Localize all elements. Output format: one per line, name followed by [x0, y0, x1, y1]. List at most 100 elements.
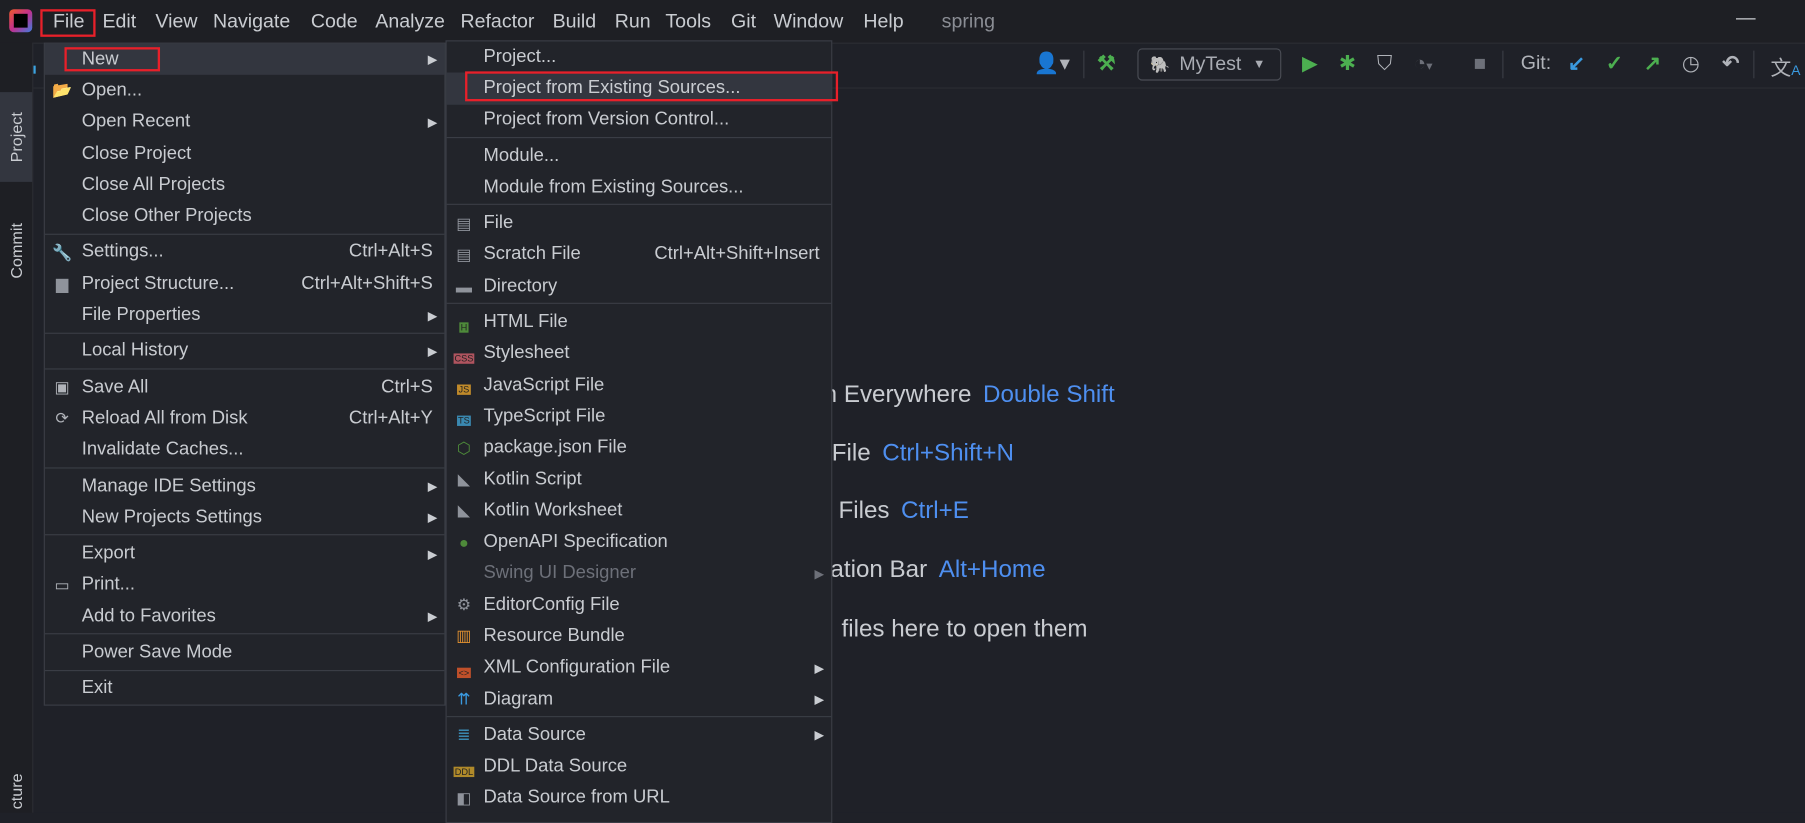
menu-item-open[interactable]: 📂 Open... — [45, 75, 444, 106]
menu-item-module-from-existing-sources[interactable]: Module from Existing Sources... — [447, 172, 832, 203]
menu-item-typescript-file[interactable]: TS TypeScript File — [447, 401, 832, 432]
menu-item-project-structure[interactable]: ▆ Project Structure... Ctrl+Alt+Shift+S — [45, 268, 444, 299]
menu-analyze[interactable]: Analyze — [375, 10, 445, 33]
menu-item-file[interactable]: ▤ File — [447, 208, 832, 239]
menu-item-label: Exit — [81, 678, 113, 698]
minimize-button[interactable]: — — [1736, 7, 1756, 30]
history-clock-icon[interactable]: ◷ — [1682, 52, 1700, 76]
menu-window[interactable]: Window — [774, 10, 844, 33]
menu-item-project-from-version-control[interactable]: Project from Version Control... — [447, 104, 832, 135]
menu-refactor[interactable]: Refactor — [460, 10, 534, 33]
menu-edit[interactable]: Edit — [102, 10, 136, 33]
hint-recent-files: nt Files Ctrl+E — [811, 497, 969, 524]
menu-item-xml-configuration-file[interactable]: <> XML Configuration File ▶ — [447, 652, 832, 683]
menu-item-kotlin-script[interactable]: ◣ Kotlin Script — [447, 464, 832, 495]
menu-item-open-recent[interactable]: Open Recent ▶ — [45, 107, 444, 138]
run-config-name: MyTest — [1179, 52, 1242, 75]
menu-navigate[interactable]: Navigate — [213, 10, 290, 33]
menu-item-label: Resource Bundle — [483, 626, 625, 646]
submenu-arrow-icon: ▶ — [427, 511, 438, 526]
debug-bug-icon[interactable]: ✱ — [1339, 52, 1356, 76]
hint-drop-files: files here to open them — [841, 615, 1088, 643]
xml-file-icon: <> — [457, 667, 471, 678]
menu-item-export[interactable]: Export ▶ — [45, 538, 444, 569]
kotlin-worksheet-icon: ◣ — [457, 501, 471, 520]
git-label: Git: — [1520, 51, 1552, 74]
menu-item-file-properties[interactable]: File Properties ▶ — [45, 300, 444, 331]
git-update-arrow-icon[interactable]: ↙ — [1568, 52, 1585, 76]
run-config-dropdown[interactable]: 🐘 MyTest ▼ — [1137, 48, 1282, 81]
structure-tool-tab[interactable]: cture — [0, 769, 32, 813]
file-menu-highlight — [40, 9, 96, 37]
profiler-icon[interactable]: ◔▾ — [1414, 52, 1433, 76]
menu-item-data-source[interactable]: ≣ Data Source ▶ — [447, 720, 832, 751]
menu-item-package-json-file[interactable]: ⬡ package.json File — [447, 432, 832, 463]
rollback-undo-icon[interactable]: ↶ — [1722, 52, 1739, 76]
menu-item-project[interactable]: Project... — [447, 41, 832, 72]
submenu-arrow-icon: ▶ — [427, 610, 438, 625]
menu-git[interactable]: Git — [731, 10, 756, 33]
menu-item-exit[interactable]: Exit — [45, 673, 444, 704]
kotlin-script-icon: ◣ — [457, 469, 471, 489]
project-tool-tab[interactable]: Project — [0, 92, 33, 182]
menu-item-label: File — [483, 213, 514, 233]
menu-item-manage-ide-settings[interactable]: Manage IDE Settings ▶ — [45, 471, 444, 502]
menu-item-html-file[interactable]: H HTML File — [447, 307, 832, 338]
menu-tools[interactable]: Tools — [665, 10, 711, 33]
shortcut-label: Ctrl+Alt+Shift+Insert — [654, 244, 820, 265]
menu-run[interactable]: Run — [615, 10, 651, 33]
menu-item-power-save-mode[interactable]: Power Save Mode — [45, 637, 444, 668]
submenu-arrow-icon: ▶ — [427, 115, 438, 130]
menu-item-data-source-from-url[interactable]: ◧ Data Source from URL — [447, 783, 832, 814]
submenu-arrow-icon: ▶ — [814, 729, 825, 743]
shortcut-label: Ctrl+Alt+Shift+S — [301, 273, 433, 294]
menu-item-editorconfig-file[interactable]: ⚙ EditorConfig File — [447, 589, 832, 620]
menu-item-directory[interactable]: ▬ Directory — [447, 271, 832, 302]
menu-item-add-to-favorites[interactable]: Add to Favorites ▶ — [45, 601, 444, 632]
menu-item-settings[interactable]: 🔧 Settings... Ctrl+Alt+S — [45, 237, 444, 268]
run-icon[interactable]: ▶ — [1302, 52, 1318, 76]
commit-tool-tab[interactable]: Commit — [0, 205, 32, 297]
user-icon[interactable]: 👤▾ — [1034, 52, 1070, 76]
menu-build[interactable]: Build — [553, 10, 597, 33]
menu-item-stylesheet[interactable]: CSS Stylesheet — [447, 338, 832, 369]
stop-icon[interactable]: ■ — [1474, 52, 1487, 76]
menu-item-scratch-file[interactable]: ▤ Scratch File Ctrl+Alt+Shift+Insert — [447, 239, 832, 270]
menu-help[interactable]: Help — [863, 10, 903, 33]
translate-icon[interactable]: 文A — [1771, 52, 1801, 82]
git-push-arrow-icon[interactable]: ↗ — [1644, 52, 1661, 76]
menu-item-save-all[interactable]: ▣ Save All Ctrl+S — [45, 372, 444, 403]
menu-view[interactable]: View — [155, 10, 197, 33]
build-hammer-icon[interactable]: ⚒ — [1097, 52, 1116, 76]
coverage-icon[interactable]: ⛉ — [1377, 52, 1393, 76]
menu-item-label: Data Source from URL — [483, 787, 670, 808]
menu-item-print[interactable]: ▭ Print... — [45, 570, 444, 601]
menu-item-close-all-projects[interactable]: Close All Projects — [45, 169, 444, 200]
menu-item-local-history[interactable]: Local History ▶ — [45, 336, 444, 367]
git-commit-check-icon[interactable]: ✓ — [1606, 52, 1623, 76]
menu-item-openapi-specification[interactable]: ● OpenAPI Specification — [447, 527, 832, 558]
menu-item-diagram[interactable]: ⇈ Diagram ▶ — [447, 684, 832, 715]
menu-item-reload-all-from-disk[interactable]: ⟳ Reload All from Disk Ctrl+Alt+Y — [45, 403, 444, 434]
menu-item-resource-bundle[interactable]: ▥ Resource Bundle — [447, 621, 832, 652]
menu-item-label: Reload All from Disk — [81, 408, 248, 429]
menu-code[interactable]: Code — [311, 10, 358, 33]
menu-item-invalidate-caches[interactable]: Invalidate Caches... — [45, 435, 444, 466]
menu-item-swing-ui-designer: Swing UI Designer ▶ — [447, 558, 832, 589]
menu-item-close-other-projects[interactable]: Close Other Projects — [45, 201, 444, 232]
menu-item-ddl-data-source[interactable]: DDL DDL Data Source — [447, 751, 832, 782]
menu-item-label: Settings... — [81, 242, 164, 262]
menu-item-module[interactable]: Module... — [447, 140, 832, 171]
menu-item-close-project[interactable]: Close Project — [45, 138, 444, 169]
menu-item-kotlin-worksheet[interactable]: ◣ Kotlin Worksheet — [447, 495, 832, 526]
gear-icon: ⚙ — [456, 595, 472, 614]
directory-icon: ▬ — [455, 277, 472, 296]
menu-item-javascript-file[interactable]: JS JavaScript File — [447, 369, 832, 400]
menu-item-new-projects-settings[interactable]: New Projects Settings ▶ — [45, 502, 444, 533]
nodejs-icon: ⬡ — [456, 438, 471, 457]
menu-item-label: package.json File — [483, 437, 627, 458]
wrench-icon: 🔧 — [52, 242, 73, 262]
menu-item-label: Project from Version Control... — [483, 109, 730, 130]
submenu-arrow-icon: ▶ — [427, 53, 438, 67]
menu-item-label: Project Structure... — [81, 273, 235, 294]
